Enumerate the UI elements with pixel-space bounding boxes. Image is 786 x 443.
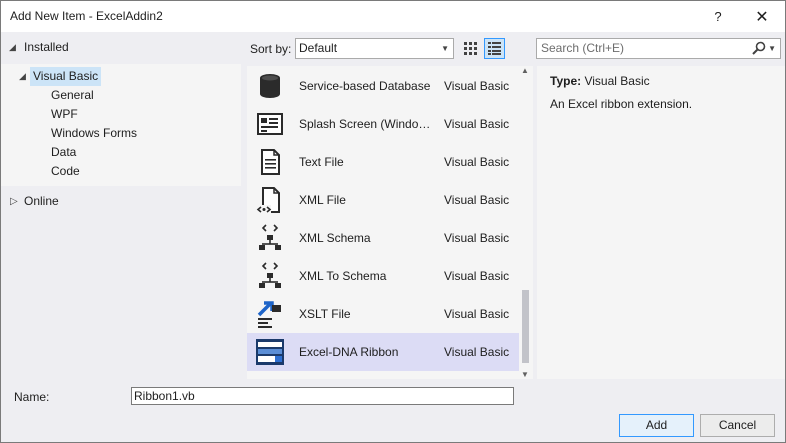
tree-node-visual-basic[interactable]: Visual Basic <box>30 67 102 86</box>
search-options-arrow-icon[interactable]: ▼ <box>768 39 776 58</box>
list-item[interactable]: Service-based Database Visual Basic <box>247 67 519 105</box>
item-name: Text File <box>299 155 344 169</box>
database-icon <box>260 74 280 98</box>
help-button[interactable]: ? <box>695 1 741 32</box>
list-scrollbar[interactable]: ▲ ▼ <box>519 66 532 379</box>
sort-by-label: Sort by: <box>250 42 292 56</box>
item-language: Visual Basic <box>444 345 510 359</box>
tree-node-windows-forms[interactable]: Windows Forms <box>51 124 137 143</box>
splash-screen-icon <box>257 113 283 135</box>
template-tree: ◢ Installed ◢ Visual Basic General WPF W… <box>1 32 241 379</box>
scroll-up-arrow-icon[interactable]: ▲ <box>521 66 529 75</box>
item-name: XML To Schema <box>299 269 387 283</box>
list-item[interactable]: XSLT File Visual Basic <box>247 295 519 333</box>
template-list: Service-based Database Visual Basic Spla… <box>247 66 533 379</box>
title-bar: Add New Item - ExcelAddin2 ? ✕ <box>1 1 785 32</box>
cancel-button[interactable]: Cancel <box>700 414 775 437</box>
item-language: Visual Basic <box>444 117 510 131</box>
name-input[interactable] <box>131 387 514 405</box>
xslt-file-icon <box>257 301 281 328</box>
list-item[interactable]: XML To Schema Visual Basic <box>247 257 519 295</box>
tree-node-online-label: Online <box>24 194 59 208</box>
window-title: Add New Item - ExcelAddin2 <box>10 9 163 23</box>
item-name: XSLT File <box>299 307 351 321</box>
list-item[interactable]: XML Schema Visual Basic <box>247 219 519 257</box>
detail-type: Type: Visual Basic <box>550 74 650 88</box>
list-item[interactable]: XML File Visual Basic <box>247 181 519 219</box>
search-placeholder: Search (Ctrl+E) <box>541 41 625 55</box>
scrollbar-thumb[interactable] <box>522 290 529 363</box>
search-input[interactable]: Search (Ctrl+E) ▼ <box>536 38 781 59</box>
xml-to-schema-icon <box>259 262 281 288</box>
dropdown-arrow-icon: ▼ <box>441 44 449 53</box>
detail-type-label: Type: <box>550 74 582 88</box>
xml-schema-icon <box>259 224 281 250</box>
item-name: Splash Screen (Windows Forms) <box>299 117 439 131</box>
name-label: Name: <box>14 390 50 404</box>
search-icon <box>752 41 766 55</box>
item-language: Visual Basic <box>444 307 510 321</box>
grid-view-icon <box>464 42 477 55</box>
close-button[interactable]: ✕ <box>739 1 785 32</box>
tree-node-wpf[interactable]: WPF <box>51 105 78 124</box>
add-new-item-dialog: Add New Item - ExcelAddin2 ? ✕ ◢ Install… <box>0 0 786 443</box>
collapse-arrow-icon[interactable]: ◢ <box>19 71 26 82</box>
item-name: XML File <box>299 193 346 207</box>
tree-node-installed-label: Installed <box>24 40 69 54</box>
list-item[interactable]: Text File Visual Basic <box>247 143 519 181</box>
item-language: Visual Basic <box>444 193 510 207</box>
list-item[interactable]: Splash Screen (Windows Forms) Visual Bas… <box>247 105 519 143</box>
details-panel: Type: Visual Basic An Excel ribbon exten… <box>537 66 785 379</box>
tree-node-installed[interactable]: ◢ Installed <box>1 36 241 58</box>
tree-node-data[interactable]: Data <box>51 143 76 162</box>
tree-node-general[interactable]: General <box>51 86 94 105</box>
list-view-icon <box>488 42 501 55</box>
tree-node-code[interactable]: Code <box>51 162 80 181</box>
item-language: Visual Basic <box>444 231 510 245</box>
sort-by-value: Default <box>299 41 338 55</box>
detail-description: An Excel ribbon extension. <box>550 97 693 111</box>
detail-type-value: Visual Basic <box>584 74 650 88</box>
tree-node-online[interactable]: ▷ Online <box>1 192 241 211</box>
expand-arrow-icon[interactable]: ▷ <box>10 192 18 211</box>
small-icons-view-button[interactable] <box>484 38 505 59</box>
xml-file-icon <box>256 187 280 214</box>
add-button[interactable]: Add <box>619 414 694 437</box>
scroll-down-arrow-icon[interactable]: ▼ <box>521 370 529 379</box>
medium-icons-view-button[interactable] <box>460 38 481 59</box>
list-item-selected[interactable]: Excel-DNA Ribbon Visual Basic <box>247 333 519 371</box>
item-name: Service-based Database <box>299 79 431 93</box>
excel-dna-ribbon-icon <box>256 339 284 365</box>
collapse-arrow-icon[interactable]: ◢ <box>9 36 16 58</box>
text-file-icon <box>261 149 280 175</box>
item-name: Excel-DNA Ribbon <box>299 345 399 359</box>
item-language: Visual Basic <box>444 155 510 169</box>
item-language: Visual Basic <box>444 79 510 93</box>
item-language: Visual Basic <box>444 269 510 283</box>
item-name: XML Schema <box>299 231 371 245</box>
sort-by-dropdown[interactable]: Default ▼ <box>295 38 454 59</box>
